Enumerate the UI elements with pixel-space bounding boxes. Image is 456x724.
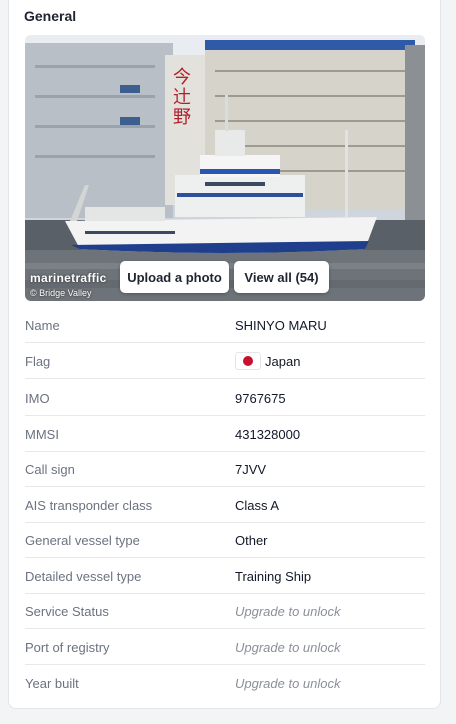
- section-title: General: [24, 8, 77, 24]
- detail-label: Port of registry: [25, 640, 110, 655]
- detail-row-name: Name SHINYO MARU: [25, 308, 425, 343]
- detail-label: MMSI: [25, 427, 59, 442]
- upgrade-to-unlock-link[interactable]: Upgrade to unlock: [235, 640, 341, 655]
- detail-label: IMO: [25, 391, 50, 406]
- detail-row-call-sign: Call sign 7JVV: [25, 452, 425, 487]
- detail-value: Class A: [235, 498, 280, 513]
- detail-label: General vessel type: [25, 533, 140, 548]
- detail-value: 7JVV: [235, 462, 267, 477]
- upgrade-to-unlock-link[interactable]: Upgrade to unlock: [235, 676, 341, 691]
- detail-row-mmsi: MMSI 431328000: [25, 417, 425, 452]
- detail-row-general-type: General vessel type Other: [25, 523, 425, 558]
- upgrade-to-unlock-link[interactable]: Upgrade to unlock: [235, 604, 341, 619]
- svg-text:野: 野: [173, 107, 191, 128]
- svg-text:辻: 辻: [173, 87, 191, 108]
- detail-value: SHINYO MARU: [235, 318, 327, 333]
- detail-row-service-status: Service Status Upgrade to unlock: [25, 594, 425, 629]
- detail-label: Detailed vessel type: [25, 569, 142, 584]
- detail-row-flag: Flag Japan: [25, 344, 425, 379]
- detail-label: Call sign: [25, 462, 75, 477]
- detail-value: Japan: [265, 354, 301, 369]
- detail-row-port-of-registry: Port of registry Upgrade to unlock: [25, 630, 425, 665]
- vessel-photo[interactable]: 今 辻 野 marinetraffic © Bridge Valley Uplo…: [25, 35, 425, 301]
- detail-row-detailed-type: Detailed vessel type Training Ship: [25, 559, 425, 594]
- detail-value: 9767675: [235, 391, 286, 406]
- detail-label: AIS transponder class: [25, 498, 153, 513]
- detail-label: Name: [25, 318, 60, 333]
- upload-photo-button[interactable]: Upload a photo: [120, 261, 229, 293]
- detail-label: Year built: [25, 676, 79, 691]
- view-all-photos-button[interactable]: View all (54): [234, 261, 329, 293]
- detail-row-imo: IMO 9767675: [25, 381, 425, 416]
- detail-value: 431328000: [235, 427, 301, 442]
- detail-value: Training Ship: [235, 569, 312, 584]
- detail-value: Other: [235, 533, 268, 548]
- detail-label: Flag: [25, 354, 51, 369]
- detail-row-year-built: Year built Upgrade to unlock: [25, 666, 425, 701]
- watermark-logo: marinetraffic: [30, 271, 107, 285]
- japan-flag-icon: [235, 352, 261, 370]
- detail-label: Service Status: [25, 604, 109, 619]
- detail-row-ais-class: AIS transponder class Class A: [25, 488, 425, 523]
- svg-text:今: 今: [173, 67, 191, 88]
- photo-credit: © Bridge Valley: [30, 288, 92, 298]
